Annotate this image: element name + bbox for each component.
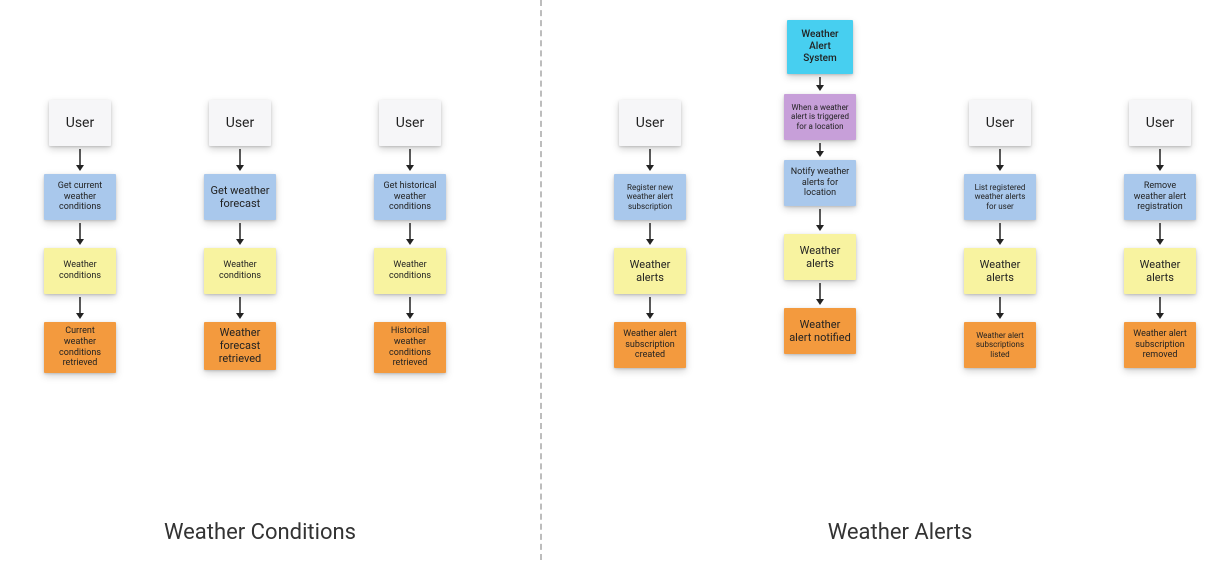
actor-note: User	[379, 100, 441, 146]
outcome-note: Weather alert subscription removed	[1124, 322, 1196, 368]
arrow-icon	[404, 294, 416, 322]
flow-list-alerts: User List registered weather alerts for …	[950, 100, 1050, 368]
action-note: Get current weather conditions	[44, 174, 116, 220]
arrow-icon	[994, 146, 1006, 174]
action-note: Register new weather alert subscription	[614, 174, 686, 220]
action-note: List registered weather alerts for user	[964, 174, 1036, 220]
section-title-conditions: Weather Conditions	[0, 520, 520, 545]
arrow-icon	[1154, 146, 1166, 174]
flow-remove-alert: User Remove weather alert registration W…	[1110, 100, 1210, 368]
actor-note: User	[49, 100, 111, 146]
aggregate-note: Weather alerts	[784, 234, 856, 280]
arrow-icon	[644, 220, 656, 248]
arrow-icon	[644, 146, 656, 174]
arrow-icon	[234, 294, 246, 322]
actor-note-system: Weather Alert System	[787, 20, 853, 74]
arrow-icon	[814, 280, 826, 308]
outcome-note: Weather alert subscriptions listed	[964, 322, 1036, 368]
arrow-icon	[234, 220, 246, 248]
flow-historical: User Get historical weather conditions W…	[360, 100, 460, 373]
arrow-icon	[74, 220, 86, 248]
arrow-icon	[814, 140, 826, 160]
outcome-note: Historical weather conditions retrieved	[374, 322, 446, 373]
outcome-note: Weather alert subscription created	[614, 322, 686, 368]
action-note: Get historical weather conditions	[374, 174, 446, 220]
actor-note: User	[619, 100, 681, 146]
arrow-icon	[74, 294, 86, 322]
aggregate-note: Weather conditions	[204, 248, 276, 294]
arrow-icon	[644, 294, 656, 322]
arrow-icon	[814, 206, 826, 234]
outcome-note: Weather forecast retrieved	[204, 322, 276, 370]
arrow-icon	[994, 220, 1006, 248]
flow-notify-alert: Weather Alert System When a weather aler…	[770, 20, 870, 354]
actor-note: User	[969, 100, 1031, 146]
arrow-icon	[1154, 220, 1166, 248]
arrow-icon	[404, 220, 416, 248]
aggregate-note: Weather conditions	[44, 248, 116, 294]
section-divider	[540, 0, 542, 560]
action-note: Get weather forecast	[204, 174, 276, 220]
arrow-icon	[1154, 294, 1166, 322]
actor-note: User	[1129, 100, 1191, 146]
arrow-icon	[404, 146, 416, 174]
section-title-alerts: Weather Alerts	[580, 520, 1220, 545]
outcome-note: Weather alert notified	[784, 308, 856, 354]
aggregate-note: Weather alerts	[614, 248, 686, 294]
aggregate-note: Weather conditions	[374, 248, 446, 294]
action-note: Notify weather alerts for location	[784, 160, 856, 206]
arrow-icon	[74, 146, 86, 174]
actor-note: User	[209, 100, 271, 146]
flow-register-alert: User Register new weather alert subscrip…	[600, 100, 700, 368]
trigger-note: When a weather alert is triggered for a …	[784, 94, 856, 140]
action-note: Remove weather alert registration	[1124, 174, 1196, 220]
aggregate-note: Weather alerts	[1124, 248, 1196, 294]
aggregate-note: Weather alerts	[964, 248, 1036, 294]
arrow-icon	[994, 294, 1006, 322]
arrow-icon	[814, 74, 826, 94]
flow-current-conditions: User Get current weather conditions Weat…	[30, 100, 130, 373]
arrow-icon	[234, 146, 246, 174]
flow-forecast: User Get weather forecast Weather condit…	[190, 100, 290, 370]
outcome-note: Current weather conditions retrieved	[44, 322, 116, 373]
